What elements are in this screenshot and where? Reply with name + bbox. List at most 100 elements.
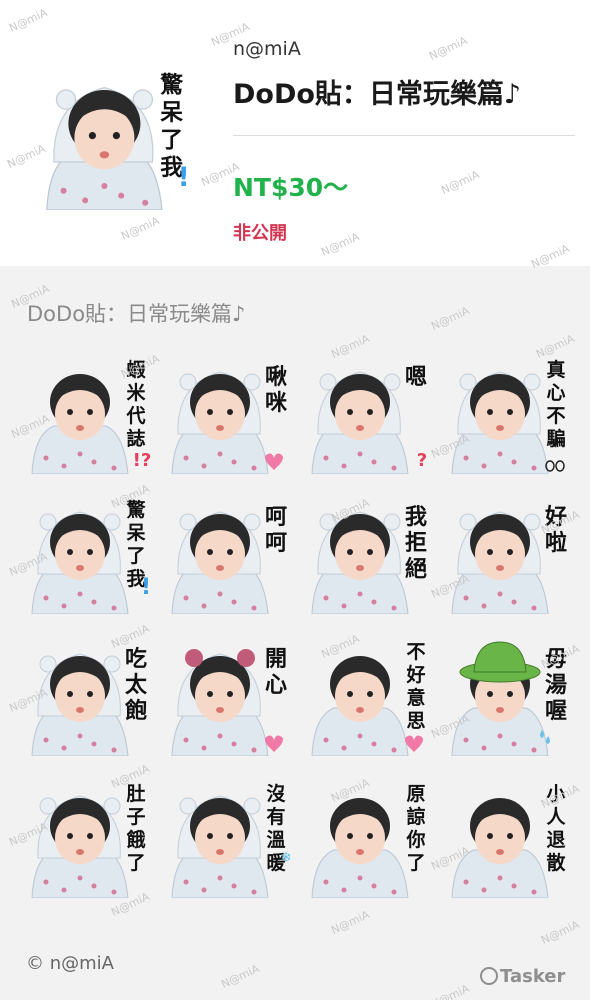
sticker-item[interactable]: 開心: [164, 636, 292, 756]
child-figure: [171, 371, 269, 474]
copyright-text: © n@miA: [26, 953, 114, 974]
caption-char: 飽: [124, 698, 147, 724]
child-figure: [451, 641, 549, 756]
child-figure: [31, 511, 129, 614]
caption-char: 原: [406, 783, 425, 805]
sticker-caption: 呵呵: [265, 505, 287, 556]
caption-char: 毋: [545, 647, 567, 672]
caption-char: 喔: [545, 699, 567, 724]
caption-char: 太: [125, 673, 148, 698]
caption-char: 湯: [545, 673, 567, 698]
caption-char: 了: [406, 852, 425, 874]
sticker-caption: 開心: [265, 647, 287, 698]
caption-char: 心: [546, 382, 565, 404]
caption-char: 呵: [265, 531, 287, 556]
sticker-caption: 不好意思: [405, 641, 425, 732]
caption-char: 心: [265, 673, 287, 698]
eyes-icon: [545, 460, 565, 472]
caption-char: 絕: [405, 556, 427, 582]
caption-char: 我: [405, 505, 427, 530]
sticker-caption: 真心不騙: [546, 358, 565, 450]
caption-char: 思: [406, 710, 425, 732]
caption-char: 呵: [265, 505, 287, 530]
child-figure: [46, 86, 163, 210]
child-figure: [451, 511, 549, 614]
caption-char: 有: [266, 805, 285, 828]
sticker-item[interactable]: 蝦米代誌!?: [24, 354, 152, 474]
author-name[interactable]: n@miA: [233, 38, 301, 60]
sticker-title: DoDo貼：日常玩樂篇♪: [233, 79, 522, 110]
sticker-caption: 吃太飽: [124, 646, 148, 724]
sticker-caption: 我拒絕: [405, 505, 427, 582]
sticker-caption: 啾咪: [265, 365, 288, 416]
sticker-item[interactable]: 真心不騙: [444, 354, 572, 474]
tasker-watermark: Tasker: [480, 966, 565, 987]
child-figure: [171, 649, 269, 756]
sticker-caption: 小人退散: [546, 783, 566, 874]
main-sticker-thumbnail[interactable]: 驚呆了我!: [36, 66, 192, 210]
caption-char: 你: [405, 828, 425, 851]
sticker-item[interactable]: 原諒你了: [304, 778, 432, 898]
child-figure: [311, 511, 409, 614]
caption-char: 嗯: [405, 365, 427, 390]
caption-char: 沒: [266, 782, 286, 805]
caption-char: 騙: [546, 427, 565, 450]
caption-char: 代: [125, 405, 145, 427]
caption-char: 呆: [160, 100, 183, 126]
sticker-item[interactable]: 好啦: [444, 494, 572, 614]
sticker-item[interactable]: 驚呆了我!: [24, 494, 152, 614]
caption-char: 人: [546, 806, 566, 828]
sticker-item[interactable]: 我拒絕: [304, 494, 432, 614]
child-figure: [311, 798, 409, 898]
caption-char: 了: [126, 852, 145, 874]
punctuation-mark: !?: [133, 450, 152, 471]
child-figure: [31, 795, 129, 898]
watermark-text: N@miA: [329, 908, 372, 937]
caption-char: 啦: [545, 530, 567, 556]
caption-char: 吃: [125, 646, 147, 672]
caption-char: 退: [546, 829, 565, 851]
sticker-header: 驚呆了我! n@miA DoDo貼：日常玩樂篇♪ NT$30〜 非公開: [0, 0, 590, 266]
caption-char: 真: [546, 358, 565, 381]
caption-char: 米: [126, 381, 146, 404]
caption-char: 子: [126, 806, 145, 828]
child-figure: [311, 656, 409, 756]
exclamation-icon: !: [141, 575, 151, 600]
child-figure: [31, 374, 129, 474]
caption-char: 好: [544, 504, 567, 530]
caption-char: 了: [126, 545, 145, 567]
punctuation-mark: ?: [417, 450, 427, 471]
sticker-item[interactable]: 呵呵: [164, 494, 292, 614]
sticker-item[interactable]: 毋湯喔: [444, 636, 572, 756]
caption-char: 驚: [160, 71, 184, 98]
child-figure: [451, 798, 549, 898]
price-label: NT$30〜: [233, 173, 349, 202]
caption-char: 餓: [126, 828, 145, 851]
child-figure: [31, 653, 129, 756]
child-figure: [171, 511, 269, 614]
caption-char: 了: [160, 128, 183, 154]
exclamation-icon: !: [178, 162, 190, 193]
header-divider: [233, 135, 575, 136]
sticker-grid: 蝦米代誌!? 啾咪嗯? 真心不騙驚呆了我! 呵呵我拒絕好啦吃太飽開心不好意思毋湯喔肚子…: [24, 354, 580, 902]
sticker-item[interactable]: 小人退散: [444, 778, 572, 898]
sticker-caption: 蝦米代誌: [125, 359, 146, 450]
watermark-text: N@miA: [429, 304, 472, 333]
sticker-item[interactable]: 啾咪: [164, 354, 292, 474]
caption-char: 呆: [125, 522, 145, 544]
caption-char: 蝦: [126, 359, 146, 381]
caption-char: 諒: [406, 805, 425, 828]
caption-char: 意: [406, 686, 425, 709]
snowflake-icon: ❄: [280, 850, 292, 866]
caption-char: 啾: [265, 365, 287, 390]
sticker-item[interactable]: 沒有溫暖❄: [164, 778, 292, 898]
sticker-caption: 好啦: [544, 504, 567, 556]
caption-char: 開: [265, 647, 287, 672]
sticker-item[interactable]: 不好意思: [304, 636, 432, 756]
sticker-item[interactable]: 吃太飽: [24, 636, 152, 756]
sticker-item[interactable]: 嗯?: [304, 354, 432, 474]
watermark-text: N@miA: [429, 982, 472, 1000]
sticker-caption: 原諒你了: [405, 783, 425, 874]
sticker-item[interactable]: 肚子餓了: [24, 778, 152, 898]
caption-char: 不: [406, 641, 425, 663]
